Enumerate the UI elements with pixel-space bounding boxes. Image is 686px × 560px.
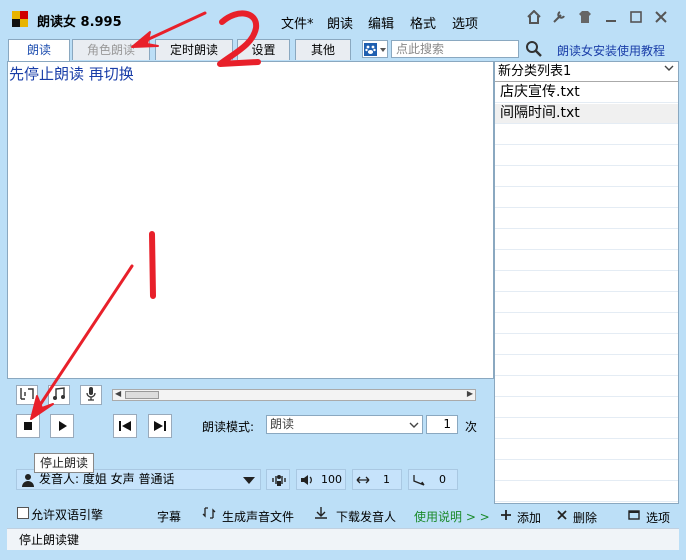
empty-row [495, 209, 678, 229]
microphone-icon[interactable] [80, 385, 102, 405]
download-icon [314, 506, 328, 523]
next-button[interactable] [148, 414, 172, 438]
mode-label: 朗读模式: [202, 420, 255, 434]
status-bar: 停止朗读键 [7, 528, 679, 550]
app-logo-icon [12, 11, 28, 27]
previous-button[interactable] [113, 414, 137, 438]
play-icon [59, 421, 67, 431]
stop-tooltip: 停止朗读 [34, 453, 94, 473]
generate-audio-button[interactable]: 生成声音文件 [222, 508, 294, 525]
download-voice-button[interactable]: 下载发音人 [336, 508, 396, 525]
voice-effect-button[interactable] [266, 469, 290, 490]
pitch-value: 0 [439, 473, 446, 486]
delete-button[interactable]: 删除 [573, 509, 597, 526]
category-select[interactable]: 新分类列表1 [495, 62, 678, 82]
empty-row [495, 377, 678, 397]
empty-row [495, 335, 678, 355]
empty-row [495, 461, 678, 481]
empty-row [495, 146, 678, 166]
chevron-down-icon [664, 62, 674, 81]
speed-value: 1 [383, 473, 390, 486]
tab-settings[interactable]: 设置 [237, 39, 290, 60]
tab-timed-read[interactable]: 定时朗读 [155, 39, 233, 60]
align-left-icon[interactable] [16, 385, 38, 405]
empty-row [495, 167, 678, 187]
skip-back-icon [119, 421, 131, 431]
add-button[interactable]: 添加 [517, 509, 541, 526]
empty-row [495, 398, 678, 418]
bilingual-checkbox[interactable] [17, 507, 29, 519]
close-icon[interactable] [652, 10, 670, 28]
menu-read[interactable]: 朗读 [327, 13, 353, 32]
position-scrollbar[interactable]: ◀ ▶ [112, 389, 476, 401]
minimize-icon[interactable] [602, 10, 620, 28]
editor-text: 先停止朗读 再切换 [9, 65, 134, 83]
pitch-control[interactable]: 0 [408, 469, 458, 490]
play-button[interactable] [50, 414, 74, 438]
dropdown-arrow-icon [243, 477, 255, 484]
mode-select[interactable]: 朗读 [266, 415, 423, 434]
empty-row [495, 440, 678, 460]
app-title: 朗读女 8.995 [37, 15, 122, 30]
help-link[interactable]: 朗读女安装使用教程 [557, 42, 665, 59]
music-note-icon[interactable] [48, 385, 70, 405]
volume-icon [301, 475, 312, 485]
empty-row [495, 293, 678, 313]
subtitle-button[interactable]: 字幕 [157, 508, 181, 525]
menu-options[interactable]: 选项 [452, 13, 478, 32]
add-icon [500, 509, 512, 524]
home-icon[interactable] [525, 9, 543, 28]
speed-control[interactable]: 1 [352, 469, 402, 490]
tab-other[interactable]: 其他 [295, 39, 351, 60]
skin-icon[interactable] [576, 10, 594, 28]
skip-forward-icon [154, 421, 166, 431]
stop-icon [24, 422, 32, 430]
stop-button[interactable] [16, 414, 40, 438]
person-icon [22, 474, 34, 487]
options-icon [628, 509, 640, 524]
empty-row [495, 251, 678, 271]
speed-arrows-icon [356, 476, 370, 484]
search-icon[interactable] [525, 40, 543, 58]
empty-row [495, 482, 678, 502]
mode-value: 朗读 [270, 417, 295, 431]
menu-edit[interactable]: 编辑 [368, 13, 394, 32]
scroll-thumb[interactable] [125, 391, 159, 399]
category-label: 新分类列表1 [498, 64, 572, 79]
empty-row [495, 230, 678, 250]
bilingual-label: 允许双语引擎 [31, 508, 104, 522]
pitch-icon [413, 475, 425, 486]
delete-icon [556, 509, 568, 524]
chevron-down-icon [409, 422, 419, 428]
options-button[interactable]: 选项 [646, 509, 670, 526]
menu-file[interactable]: 文件* [281, 13, 314, 32]
empty-row [495, 314, 678, 334]
menu-format[interactable]: 格式 [410, 13, 436, 32]
generate-audio-icon [202, 506, 216, 523]
empty-row [495, 125, 678, 145]
tab-role-read[interactable]: 角色朗读 [72, 39, 150, 60]
title-bar: 朗读女 8.995 文件* 朗读 编辑 格式 选项 [0, 0, 686, 38]
file-list-panel: 新分类列表1 店庆宣传.txt 间隔时间.txt [494, 61, 679, 504]
search-engine-select[interactable] [362, 40, 388, 58]
repeat-unit: 次 [465, 420, 478, 434]
maximize-icon[interactable] [627, 10, 645, 28]
search-input[interactable]: 点此搜索 [391, 40, 519, 58]
text-editor[interactable]: 先停止朗读 再切换 [7, 61, 494, 379]
tools-icon[interactable] [550, 10, 568, 28]
empty-row [495, 272, 678, 292]
voice-wave-icon [272, 475, 286, 486]
volume-control[interactable]: 100 [296, 469, 346, 490]
repeat-count-input[interactable]: 1 [426, 415, 458, 434]
empty-row [495, 188, 678, 208]
tab-read[interactable]: 朗读 [8, 39, 70, 61]
paw-icon [364, 43, 386, 56]
file-item[interactable]: 间隔时间.txt [495, 104, 678, 124]
empty-row [495, 356, 678, 376]
empty-row [495, 419, 678, 439]
file-item[interactable]: 店庆宣传.txt [495, 83, 678, 103]
instructions-link[interactable]: 使用说明 > > [414, 508, 490, 525]
volume-value: 100 [321, 473, 342, 486]
